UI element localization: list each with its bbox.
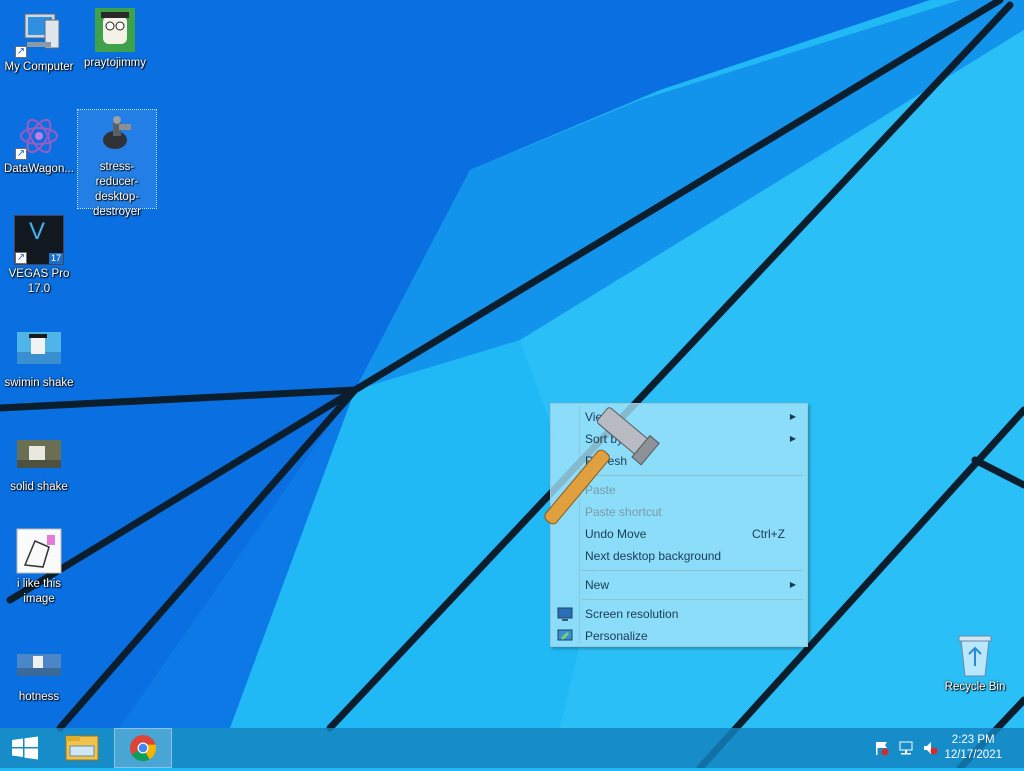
personalize-icon [557, 628, 573, 644]
menu-separator [582, 570, 803, 571]
clock-date: 12/17/2021 [944, 749, 1002, 761]
menu-item-screen-resolution[interactable]: Screen resolution [553, 603, 805, 625]
menu-item-label: Next desktop background [585, 549, 722, 563]
taskbar-file-explorer[interactable] [58, 728, 106, 768]
clock-time: 2:23 PM [951, 734, 995, 746]
file-explorer-icon [65, 735, 99, 761]
icon-label: stress-reducer-desktop-destroyer [93, 161, 141, 218]
network-icon[interactable] [898, 740, 914, 756]
image-thumbnail-icon [91, 6, 139, 54]
icon-label: Recycle Bin [944, 681, 1006, 693]
submenu-arrow-icon: ▶ [789, 412, 796, 421]
desktop-icon-solid-shake[interactable]: solid shake [0, 430, 78, 495]
system-clock[interactable]: 2:23 PM 12/17/2021 [944, 733, 1002, 763]
desktop-icon-datawagon[interactable]: ↗ DataWagon... [0, 112, 78, 177]
volume-muted-icon[interactable] [922, 740, 938, 756]
computer-icon: ↗ [15, 10, 63, 58]
icon-label: DataWagon... [4, 163, 74, 175]
icon-label: praytojimmy [84, 57, 146, 69]
vegas-version-badge: 17 [48, 253, 63, 264]
icon-label: i like this image [16, 578, 62, 605]
icon-label: solid shake [10, 481, 68, 493]
desktop-icon-vegas-pro[interactable]: V 17 ↗ VEGAS Pro 17.0 [0, 215, 78, 297]
chrome-icon [130, 735, 157, 762]
image-thumbnail-icon [15, 527, 63, 575]
shortcut-arrow-icon: ↗ [15, 46, 27, 58]
start-button[interactable] [0, 728, 50, 768]
hand-grenade-icon [93, 110, 141, 158]
icon-label: hotness [18, 691, 60, 703]
submenu-arrow-icon: ▶ [789, 580, 796, 589]
desktop-icon-praytojimmy[interactable]: praytojimmy [76, 6, 154, 71]
image-thumbnail-icon [15, 326, 63, 374]
hammer-icon [544, 407, 660, 525]
icon-label: VEGAS Pro 17.0 [8, 268, 70, 295]
vegas-letter: V [29, 218, 46, 245]
taskbar: 2:23 PM 12/17/2021 [0, 728, 1024, 768]
desktop-icon-hotness[interactable]: hotness [0, 640, 78, 705]
shortcut-arrow-icon: ↗ [15, 252, 27, 264]
keyboard-shortcut: Ctrl+Z [752, 527, 785, 541]
image-thumbnail-icon [15, 640, 63, 688]
taskbar-chrome[interactable] [114, 728, 172, 768]
recycle-bin-icon [951, 630, 999, 678]
desktop-icon-i-like-this-image[interactable]: i like this image [0, 527, 78, 607]
menu-item-label: Personalize [585, 629, 648, 643]
icon-label: swimin shake [4, 377, 74, 389]
desktop-icon-recycle-bin[interactable]: Recycle Bin [936, 630, 1014, 695]
desktop-icon-stress-reducer[interactable]: stress-reducer-desktop-destroyer [77, 109, 157, 218]
menu-item-label: Screen resolution [585, 607, 679, 621]
submenu-arrow-icon: ▶ [789, 434, 796, 443]
windows-logo-icon [12, 736, 38, 760]
menu-item-personalize[interactable]: Personalize [553, 625, 805, 647]
menu-separator [582, 599, 803, 600]
desktop-icon-swimin-shake[interactable]: swimin shake [0, 326, 78, 391]
menu-item-next-desktop-background[interactable]: Next desktop background [553, 545, 805, 567]
image-thumbnail-icon [15, 430, 63, 478]
vegas-pro-icon: V 17 ↗ [14, 215, 64, 265]
icon-label: My Computer [4, 61, 74, 73]
menu-item-new[interactable]: New ▶ [553, 574, 805, 596]
monitor-icon [557, 606, 573, 622]
action-center-flag-icon[interactable] [874, 740, 890, 756]
datawagon-icon: ↗ [15, 112, 63, 160]
menu-item-label: New [585, 578, 610, 592]
shortcut-arrow-icon: ↗ [15, 148, 27, 160]
desktop-icon-my-computer[interactable]: ↗ My Computer [0, 10, 78, 75]
